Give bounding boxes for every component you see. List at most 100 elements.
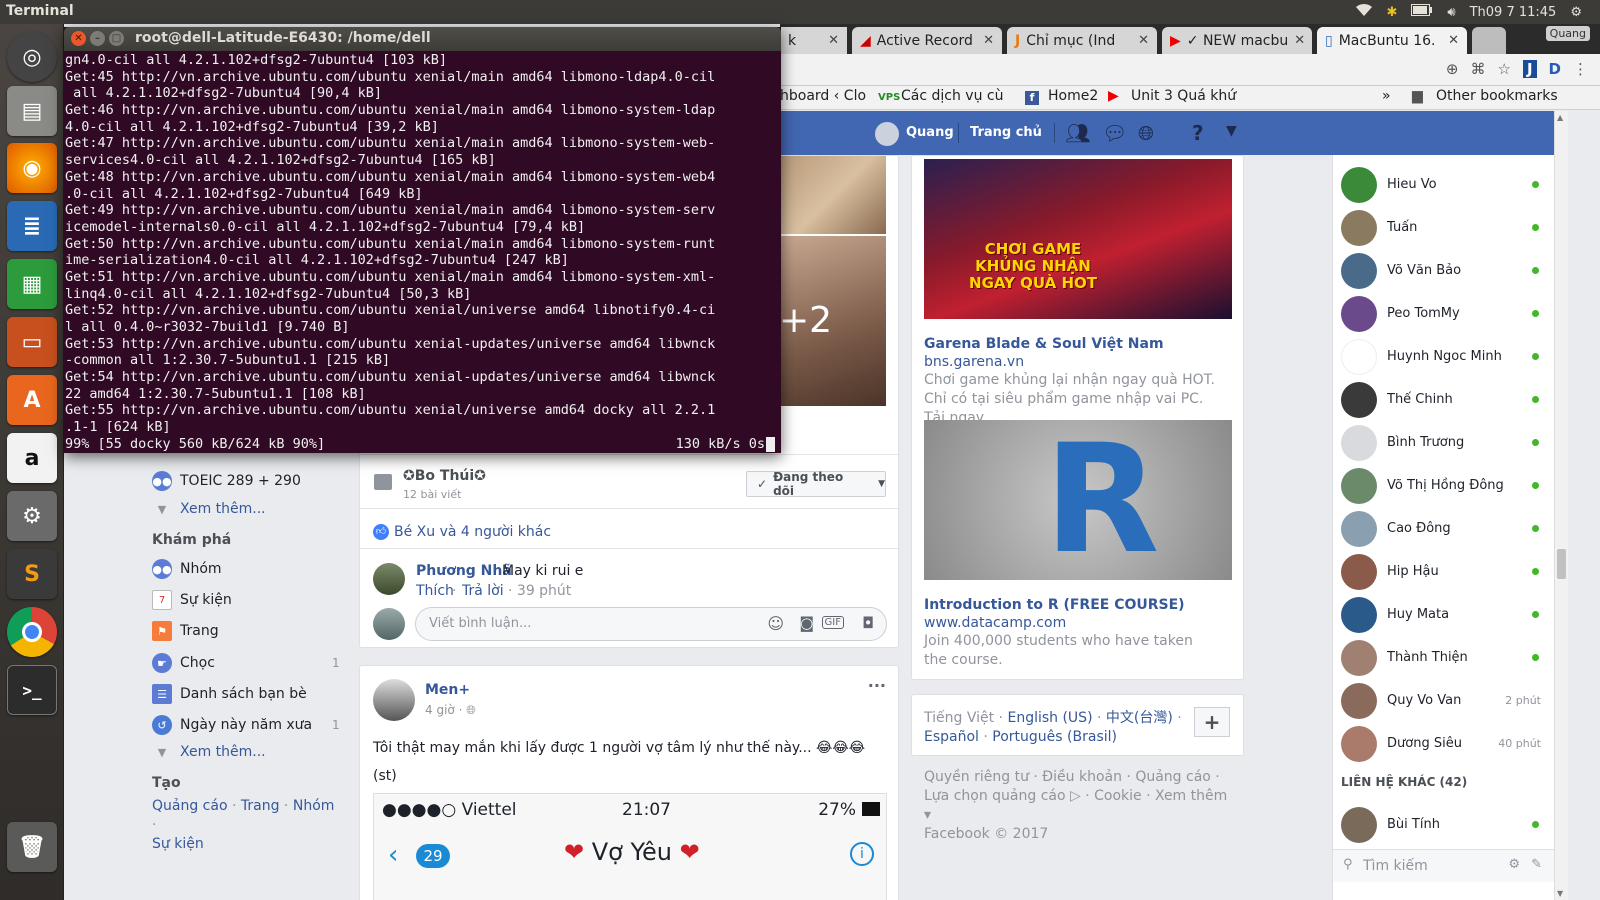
post-author[interactable]: Men+ bbox=[425, 682, 470, 698]
bookmark-item[interactable]: Other bookmarks bbox=[1436, 88, 1558, 104]
tab[interactable]: k ✕ bbox=[780, 27, 847, 54]
new-tab-button[interactable] bbox=[1472, 27, 1506, 54]
chevron-down-icon[interactable]: ▼ bbox=[1226, 123, 1237, 139]
tab[interactable]: ◢ Active Record ✕ bbox=[852, 27, 1002, 54]
emoji-icon[interactable]: ☺ bbox=[767, 614, 784, 633]
language-link[interactable]: Español bbox=[924, 729, 979, 745]
wifi-icon[interactable] bbox=[1355, 3, 1373, 21]
footer-line[interactable]: Lựa chọn quảng cáo ▷ · Cookie · Xem thêm… bbox=[924, 788, 1227, 823]
comment-author[interactable]: Phương Nhã bbox=[416, 563, 512, 579]
close-tab-icon[interactable]: ✕ bbox=[1294, 33, 1305, 48]
scrollbar-thumb[interactable] bbox=[1557, 549, 1566, 579]
post-image[interactable]: ●●●●○ Viettel 21:07 27% ‹ 29 ❤ Vợ Yêu ❤ … bbox=[373, 793, 887, 900]
clock[interactable]: Th09 7 11:45 bbox=[1470, 5, 1557, 20]
follow-button[interactable]: ✓ Đang theo dõi ▼ bbox=[746, 470, 886, 498]
create-ad-link[interactable]: Quảng cáo bbox=[152, 798, 228, 814]
minimize-window-icon[interactable]: – bbox=[90, 31, 105, 46]
create-page-link[interactable]: Trang bbox=[241, 798, 280, 814]
writer-icon[interactable]: ≣ bbox=[7, 201, 57, 251]
scrollbar[interactable]: ▲ ▼ bbox=[1554, 111, 1568, 900]
reactions-summary[interactable]: Bé Xu và 4 người khác bbox=[394, 524, 551, 540]
chat-search-input[interactable]: ⚲ Tìm kiếm ⚙ ✎ bbox=[1333, 849, 1554, 882]
compose-icon[interactable]: ✎ bbox=[1531, 857, 1542, 872]
gear-icon[interactable]: ⚙ bbox=[1508, 857, 1520, 872]
avatar[interactable] bbox=[373, 679, 415, 721]
close-tab-icon[interactable]: ✕ bbox=[828, 33, 839, 48]
calc-icon[interactable]: ▦ bbox=[7, 259, 57, 309]
chat-contact[interactable]: Huy Mata bbox=[1341, 593, 1551, 636]
chat-contact[interactable]: Huynh Ngoc Minh bbox=[1341, 335, 1551, 378]
sidebar-item-friend-lists[interactable]: ☰ Danh sách bạn bè bbox=[152, 684, 307, 704]
extension-d-icon[interactable]: D bbox=[1549, 60, 1561, 78]
terminal-window[interactable]: ✕ – □ root@dell-Latitude-E6430: /home/de… bbox=[64, 27, 781, 453]
tab[interactable]: J Chỉ mục (Ind ✕ bbox=[1007, 27, 1157, 54]
photo[interactable] bbox=[781, 156, 886, 234]
chat-contact[interactable]: Tuấn bbox=[1341, 206, 1551, 249]
ad-url[interactable]: www.datacamp.com bbox=[924, 615, 1066, 631]
chat-contact[interactable]: Quy Vo Van 2 phút bbox=[1341, 679, 1551, 722]
help-icon[interactable]: ? bbox=[1192, 121, 1204, 145]
terminal-titlebar[interactable]: ✕ – □ root@dell-Latitude-E6430: /home/de… bbox=[64, 27, 781, 51]
ad-url[interactable]: bns.garena.vn bbox=[924, 354, 1024, 370]
sidebar-item-pages[interactable]: ⚑ Trang bbox=[152, 621, 219, 641]
bookmark-item[interactable]: hboard ‹ Clo bbox=[780, 88, 866, 104]
camera-icon[interactable]: ◙ bbox=[799, 614, 814, 632]
close-window-icon[interactable]: ✕ bbox=[71, 31, 86, 46]
sticker-icon[interactable]: ◘ bbox=[862, 614, 874, 632]
sidebar-item-toeic[interactable]: ●● TOEIC 289 + 290 bbox=[152, 471, 301, 491]
sidebar-item-on-this-day[interactable]: ↺ Ngày này năm xưa 1 bbox=[152, 715, 340, 735]
chat-contact[interactable]: Thế Chinh bbox=[1341, 378, 1551, 421]
translate-icon[interactable]: ⌘ bbox=[1471, 60, 1486, 78]
tab[interactable]: ▶ ✓ NEW macbu ✕ bbox=[1162, 27, 1312, 54]
zoom-icon[interactable]: ⊕ bbox=[1446, 60, 1459, 78]
chat-contact[interactable]: Võ Văn Bảo bbox=[1341, 249, 1551, 292]
ad-image-blade-soul[interactable]: CHƠI GAME KHỦNG NHẬN NGAY QUÀ HOT bbox=[924, 159, 1232, 319]
messenger-icon[interactable]: 💬︎ bbox=[1102, 121, 1127, 145]
volume-icon[interactable]: 🔊︎ bbox=[1447, 5, 1455, 20]
star-icon[interactable]: ☆ bbox=[1498, 60, 1511, 78]
chevron-right-icon[interactable]: » bbox=[1382, 88, 1391, 104]
bookmark-item[interactable]: Unit 3 Quá khứ bbox=[1131, 88, 1236, 104]
photo-more[interactable]: +2 bbox=[779, 236, 886, 406]
home-link[interactable]: Trang chủ bbox=[970, 125, 1042, 140]
chat-contact[interactable]: Bình Trương bbox=[1341, 421, 1551, 464]
close-tab-icon[interactable]: ✕ bbox=[1448, 33, 1459, 48]
language-link[interactable]: Português (Brasil) bbox=[992, 729, 1117, 745]
firefox-icon[interactable]: ◉ bbox=[7, 143, 57, 193]
comment-like-link[interactable]: Thích bbox=[416, 583, 454, 599]
close-tab-icon[interactable]: ✕ bbox=[1138, 33, 1149, 48]
trash-icon[interactable]: 🗑︎ bbox=[7, 822, 57, 872]
chat-contact[interactable]: Dương Siêu 40 phút bbox=[1341, 722, 1551, 765]
scroll-up-icon[interactable]: ▲ bbox=[1557, 113, 1563, 122]
see-more-link[interactable]: ▼ Xem thêm... bbox=[152, 744, 266, 760]
group-name[interactable]: ✪Bo Thúi✪ bbox=[403, 468, 486, 484]
sidebar-item-groups[interactable]: ●● Nhóm bbox=[152, 559, 222, 579]
post-time[interactable]: 4 giờ · 🌐︎ bbox=[425, 703, 476, 718]
profile-button[interactable]: Quang bbox=[1545, 26, 1590, 41]
comment-reply-link[interactable]: Trả lời bbox=[462, 583, 504, 599]
url-bar[interactable]: ⊕ ⌘ ☆ J D ⋮ bbox=[780, 54, 1600, 86]
software-center-icon[interactable]: A bbox=[7, 375, 57, 425]
close-tab-icon[interactable]: ✕ bbox=[983, 33, 994, 48]
ad-image-r[interactable]: R bbox=[924, 420, 1232, 580]
ad-title[interactable]: Introduction to R (FREE COURSE) bbox=[924, 597, 1185, 613]
files-icon[interactable]: ▤ bbox=[7, 86, 57, 136]
chat-contact[interactable]: Thành Thiện bbox=[1341, 636, 1551, 679]
sidebar-item-events[interactable]: 7 Sự kiện bbox=[152, 590, 232, 610]
settings-icon[interactable]: ⚙ bbox=[7, 491, 57, 541]
comment-input[interactable]: Viết bình luận... ☺ ◙ GIF ◘ bbox=[415, 607, 887, 641]
see-more-link[interactable]: ▼ Xem thêm... bbox=[152, 501, 266, 517]
ubuntu-logo-icon[interactable]: ◎ bbox=[7, 32, 57, 82]
extension-j-icon[interactable]: J bbox=[1522, 60, 1537, 78]
terminal-output[interactable]: gn4.0-cil all 4.2.1.102+dfsg2-7ubuntu4 [… bbox=[65, 52, 777, 452]
sidebar-item-pokes[interactable]: ☛ Chọc 1 bbox=[152, 653, 340, 673]
globe-icon[interactable]: 🌐︎ bbox=[1138, 121, 1154, 145]
create-event-link[interactable]: Sự kiện bbox=[152, 836, 204, 852]
maximize-window-icon[interactable]: □ bbox=[109, 31, 124, 46]
updates-icon[interactable]: ✱ bbox=[1387, 5, 1398, 20]
sublime-icon[interactable]: S bbox=[7, 549, 57, 599]
gif-icon[interactable]: GIF bbox=[821, 616, 844, 629]
add-language-button[interactable]: + bbox=[1194, 707, 1230, 737]
battery-icon[interactable] bbox=[1411, 4, 1433, 20]
chat-contact[interactable]: Peo TomMy bbox=[1341, 292, 1551, 335]
